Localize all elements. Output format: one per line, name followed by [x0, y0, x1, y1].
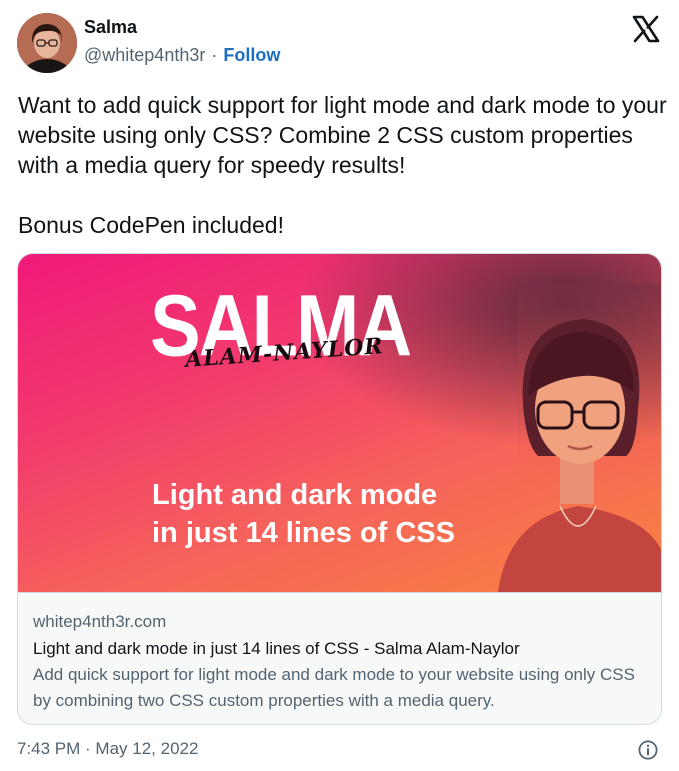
card-domain: whitep4nth3r.com: [33, 612, 167, 631]
tweet-timestamp[interactable]: 7:43 PM · May 12, 2022: [17, 739, 198, 759]
avatar-portrait-icon: [17, 13, 77, 73]
x-logo-icon[interactable]: [631, 14, 661, 44]
link-preview-card[interactable]: SALMA ALAM-NAYLOR Light and dark mode in…: [17, 253, 662, 725]
card-title: Light and dark mode in just 14 lines of …: [33, 639, 520, 658]
card-image[interactable]: SALMA ALAM-NAYLOR Light and dark mode in…: [18, 254, 661, 592]
card-description: Add quick support for light mode and dar…: [33, 665, 635, 710]
tweet-card: Salma @whitep4nth3r · Follow Want to add q…: [0, 0, 679, 771]
card-headline-line: in just 14 lines of CSS: [152, 517, 455, 549]
author-handle[interactable]: @whitep4nth3r: [84, 45, 205, 65]
card-meta[interactable]: whitep4nth3r.com Light and dark mode in …: [18, 592, 661, 724]
tweet-text: Want to add quick support for light mode…: [18, 90, 668, 240]
portrait-illustration: [488, 284, 661, 592]
separator-dot: ·: [211, 45, 218, 65]
card-headline: Light and dark mode in just 14 lines of …: [152, 476, 455, 552]
info-icon[interactable]: [638, 740, 658, 760]
card-headline-line: Light and dark mode: [152, 479, 438, 511]
tweet-paragraph: Want to add quick support for light mode…: [18, 92, 667, 178]
author-handle-row: @whitep4nth3r · Follow: [84, 45, 280, 66]
tweet-paragraph: Bonus CodePen included!: [18, 212, 284, 238]
author-avatar[interactable]: [17, 13, 77, 73]
author-name[interactable]: Salma: [84, 17, 137, 38]
follow-button[interactable]: Follow: [223, 45, 280, 65]
